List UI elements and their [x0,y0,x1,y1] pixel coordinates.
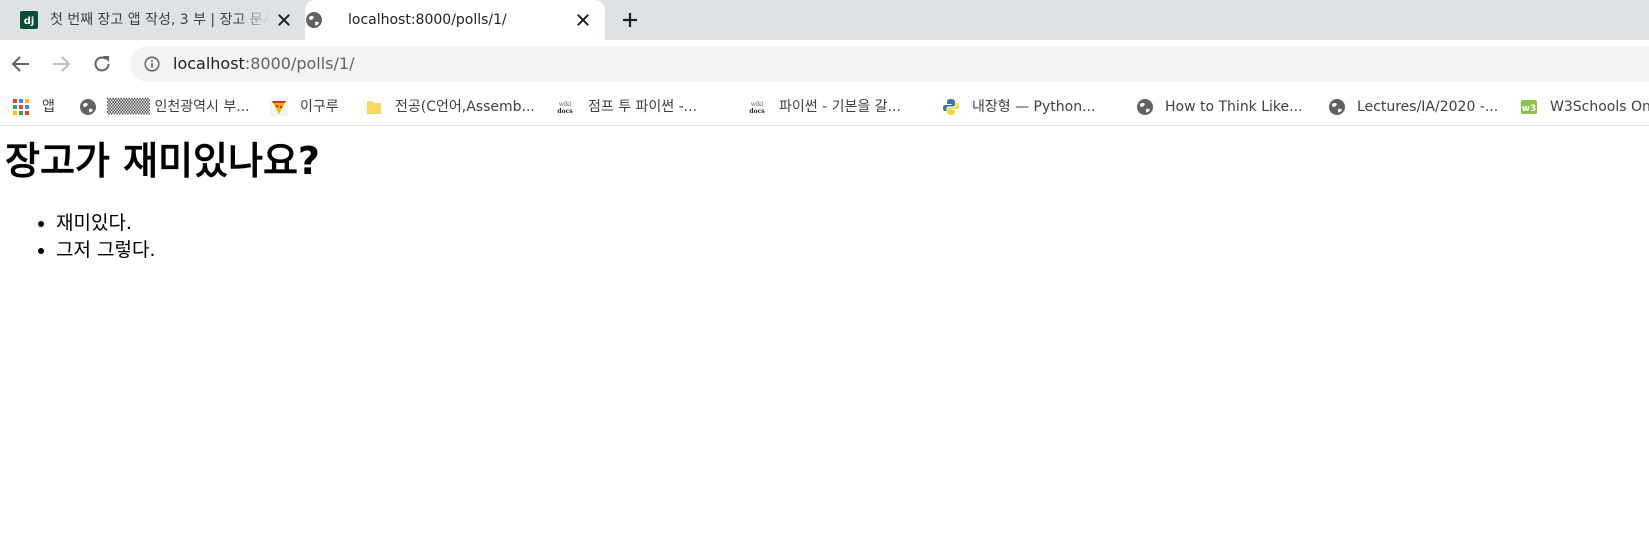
forward-arrow-icon[interactable] [49,52,73,76]
bookmark-w3schools[interactable]: w3 W3Schools Online [1520,94,1649,120]
w3schools-icon: w3 [1521,100,1537,114]
bookmark-apps[interactable]: 앱 [12,94,62,120]
url-text[interactable]: localhost:8000/polls/1/ [173,54,354,74]
question-heading: 장고가 재미있나요? [5,139,320,183]
bookmark-lectures[interactable]: Lectures/IA/2020 -... [1328,94,1498,120]
svg-text:docs: docs [749,108,765,115]
apps-grid-icon [13,99,29,115]
bookmark-igurru[interactable]: 이구루 [270,94,350,120]
bookmark-python-basics[interactable]: wiki docs 파이썬 - 기본을 갈... [748,94,920,120]
tab-strip: dj 첫 번째 장고 앱 작성, 3 부 | 장고 문서 localhost:8… [0,0,1649,40]
bookmark-label: W3Schools Online [1550,99,1649,115]
page-content: 장고가 재미있나요? 재미있다. 그저 그렇다. [0,126,1649,549]
svg-text:wiki: wiki [559,101,572,108]
bookmark-folder-major[interactable]: 전공(C언어,Assemb... [365,94,540,120]
bookmark-label: 내장형 — Python... [972,99,1096,115]
choice-item: 재미있다. [56,210,155,237]
url-path: :8000/polls/1/ [244,54,355,73]
bookmarks-bar: 앱 ▒▒▒▒ 인천광역시 부... 이구루 전공(C언어,Assemb... w… [0,88,1649,126]
bookmark-label: 이구루 [300,99,339,115]
tab-title: 첫 번째 장고 앱 작성, 3 부 | 장고 문서 [50,12,270,28]
bookmark-label: How to Think Like... [1165,99,1303,115]
globe-icon [1329,99,1345,115]
python-icon [943,99,959,115]
reload-icon[interactable] [90,52,114,76]
wikidocs-icon: wiki docs [557,101,573,115]
bookmark-label: 파이썬 - 기본을 갈... [779,99,901,115]
svg-text:w3: w3 [1522,104,1537,114]
back-arrow-icon[interactable] [9,52,33,76]
django-icon: dj [20,11,38,29]
choice-list: 재미있다. 그저 그렇다. [0,210,155,264]
close-icon[interactable] [575,12,591,28]
bookmark-jump-to-python[interactable]: wiki docs 점프 투 파이썬 -... [556,94,721,120]
bookmark-label: ▒▒▒▒ 인천광역시 부... [107,99,250,115]
tab-title: localhost:8000/polls/1/ [348,12,507,28]
choice-item: 그저 그렇다. [56,237,155,264]
new-tab-plus-icon[interactable] [620,10,640,30]
info-icon[interactable] [144,56,160,72]
bookmark-label: 앱 [42,99,55,115]
globe-icon [306,12,322,28]
tab-django-docs[interactable]: dj 첫 번째 장고 앱 작성, 3 부 | 장고 문서 [8,0,296,40]
bookmark-label: 점프 투 파이썬 -... [588,99,698,115]
wikidocs-icon: wiki docs [749,101,765,115]
browser-toolbar: localhost:8000/polls/1/ [0,40,1649,88]
svg-text:dj: dj [24,16,35,27]
bookmark-think-like[interactable]: How to Think Like... [1136,94,1304,120]
bookmark-python-builtins[interactable]: 내장형 — Python... [942,94,1107,120]
svg-text:wiki: wiki [751,101,764,108]
globe-icon [80,99,96,115]
bookmark-label: Lectures/IA/2020 -... [1357,99,1499,115]
bookmark-label: 전공(C언어,Assemb... [395,99,535,115]
pizza-icon [270,98,288,116]
close-icon[interactable] [276,12,292,28]
tab-localhost[interactable]: localhost:8000/polls/1/ [305,0,605,40]
globe-icon [1137,99,1153,115]
folder-icon [367,101,381,114]
address-bar[interactable]: localhost:8000/polls/1/ [130,46,1649,82]
bookmark-incheon[interactable]: ▒▒▒▒ 인천광역시 부... [79,94,254,120]
url-host: localhost [173,54,245,73]
svg-text:docs: docs [557,108,573,115]
